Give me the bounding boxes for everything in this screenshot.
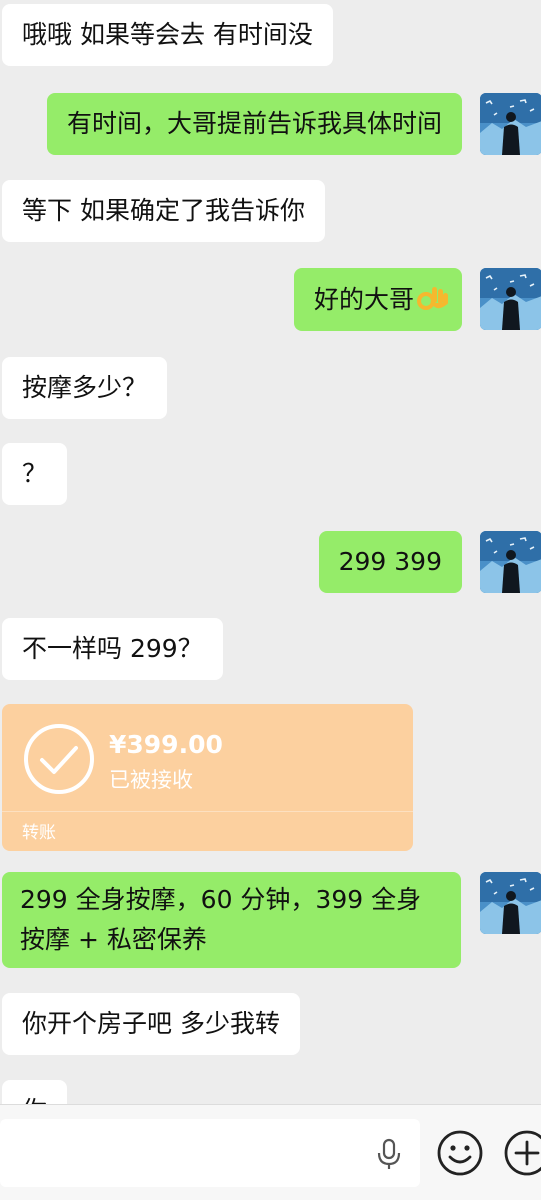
message-bubble-incoming[interactable]: 等下 如果确定了我告诉你 [2, 180, 325, 242]
transfer-label: 转账 [22, 823, 56, 843]
message-bubble-outgoing[interactable]: 有时间，大哥提前告诉我具体时间 [46, 93, 462, 155]
emoji-icon[interactable] [436, 1129, 484, 1177]
message-bubble-outgoing[interactable]: 299 399 [318, 531, 462, 593]
message-bubble-incoming[interactable]: 按摩多少？ [2, 357, 168, 419]
transfer-divider [2, 811, 413, 812]
user-avatar[interactable] [480, 268, 541, 330]
transfer-card[interactable]: ¥399.00 已被接收 转账 [2, 704, 413, 851]
message-bubble-outgoing[interactable]: 好的大哥 [293, 268, 462, 331]
message-bubble-outgoing[interactable]: 299 全身按摩，60 分钟，399 全身按摩 + 私密保养 [2, 872, 461, 968]
message-bubble-incoming[interactable]: 你开个房子吧 多少我转 [2, 993, 300, 1055]
transfer-status: 已被接收 [109, 768, 193, 792]
check-circle-icon [24, 724, 94, 794]
ok-hand-icon [417, 287, 448, 310]
transfer-amount: ¥399.00 [109, 730, 223, 759]
plus-icon[interactable] [503, 1129, 541, 1177]
message-bubble-incoming[interactable]: 哦哦 如果等会去 有时间没 [2, 4, 333, 66]
message-input[interactable] [0, 1119, 420, 1187]
microphone-icon[interactable] [372, 1137, 406, 1171]
message-text: 好的大哥 [313, 285, 414, 314]
input-bar [0, 1104, 541, 1200]
message-bubble-incoming[interactable]: ？ [2, 443, 68, 505]
user-avatar[interactable] [480, 531, 541, 593]
message-bubble-incoming[interactable]: 不一样吗 299？ [2, 618, 223, 680]
user-avatar[interactable] [480, 93, 541, 155]
user-avatar[interactable] [480, 872, 541, 934]
